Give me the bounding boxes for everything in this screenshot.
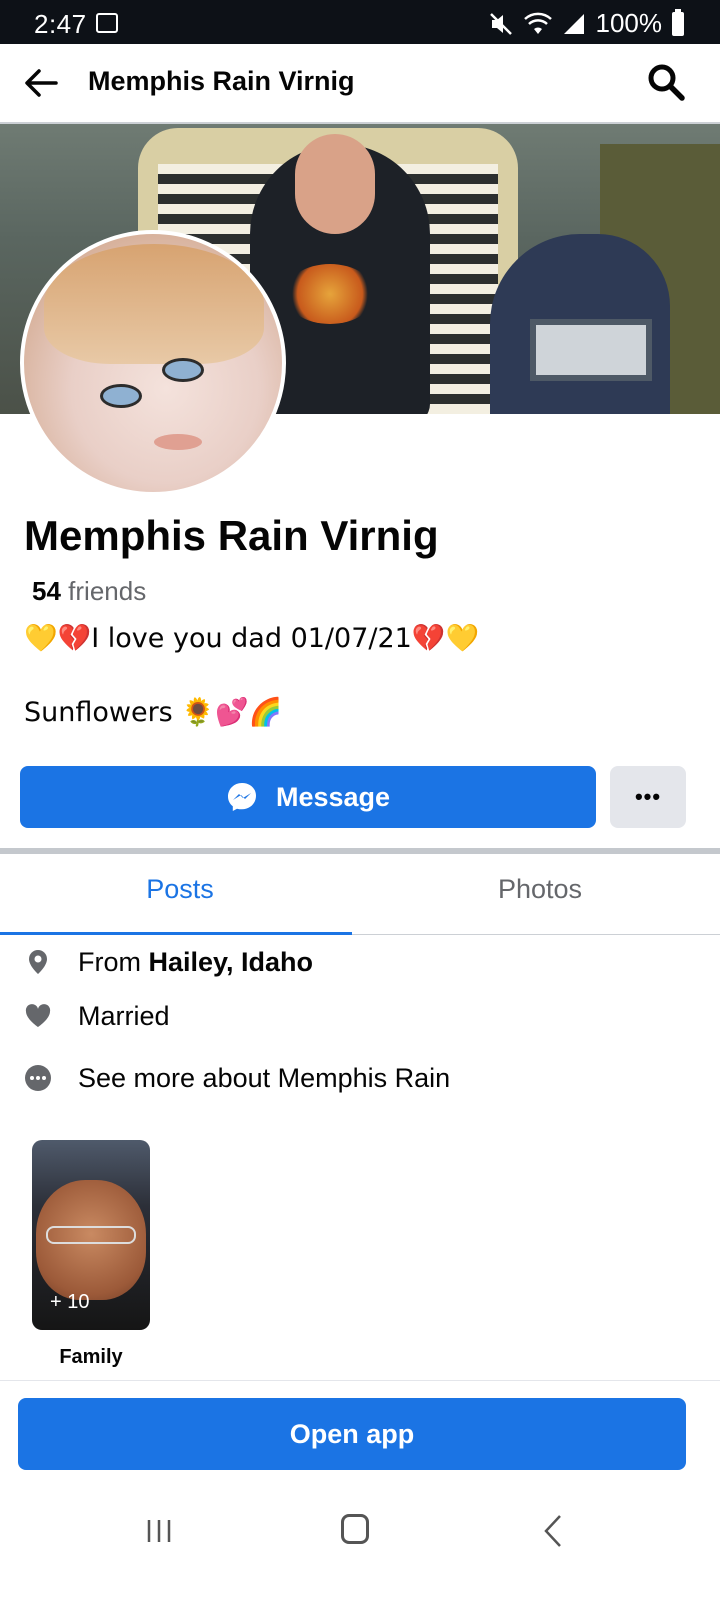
bio-line-2: Sunflowers 🌻💕🌈 bbox=[24, 697, 283, 728]
open-app-button[interactable]: Open app bbox=[18, 1398, 686, 1470]
wifi-icon bbox=[523, 12, 552, 34]
see-more-label: See more about Memphis Rain bbox=[78, 1062, 451, 1093]
message-label: Message bbox=[275, 781, 391, 812]
image-notification-icon bbox=[96, 13, 118, 33]
page-title: Memphis Rain Virnig bbox=[88, 66, 355, 96]
tab-photos[interactable]: Photos bbox=[360, 874, 720, 905]
more-options-icon: ••• bbox=[634, 784, 662, 809]
home-icon[interactable] bbox=[341, 1514, 369, 1544]
friends-count[interactable]: 54 friends bbox=[32, 576, 146, 607]
hometown-place[interactable]: Hailey, Idaho bbox=[149, 947, 314, 977]
message-button[interactable]: Message bbox=[20, 766, 596, 828]
footer-divider bbox=[0, 1380, 720, 1381]
more-circle-icon bbox=[25, 1065, 51, 1091]
relationship-status: Married bbox=[78, 1000, 170, 1031]
messenger-icon bbox=[227, 783, 256, 811]
profile-picture[interactable] bbox=[20, 230, 286, 496]
tab-posts[interactable]: Posts bbox=[0, 874, 360, 905]
battery-icon bbox=[672, 8, 684, 36]
featured-family-card[interactable]: + 10 bbox=[32, 1140, 150, 1330]
friends-label: friends bbox=[68, 576, 147, 606]
system-back-icon[interactable] bbox=[543, 1514, 563, 1548]
heart-icon bbox=[25, 1004, 51, 1027]
search-icon[interactable] bbox=[646, 62, 686, 102]
more-options-button[interactable]: ••• bbox=[610, 766, 686, 828]
intro-relationship: Married bbox=[24, 996, 704, 1036]
system-navigation-bar bbox=[0, 1490, 720, 1600]
hometown-prefix: From bbox=[78, 946, 149, 977]
bio-line-1: 💛💔I love you dad 01/07/21💔💛 bbox=[24, 623, 480, 654]
back-arrow-icon[interactable] bbox=[22, 64, 60, 102]
status-bar: 2:47 100% bbox=[0, 0, 720, 44]
see-more-about[interactable]: See more about Memphis Rain bbox=[24, 1058, 704, 1098]
signal-icon bbox=[563, 13, 584, 34]
active-tab-indicator bbox=[0, 932, 352, 935]
intro-hometown: From Hailey, Idaho bbox=[24, 942, 704, 982]
top-app-bar: Memphis Rain Virnig bbox=[0, 44, 720, 124]
recent-apps-icon[interactable] bbox=[146, 1518, 172, 1544]
profile-name: Memphis Rain Virnig bbox=[24, 512, 439, 559]
friends-number: 54 bbox=[32, 576, 61, 606]
featured-count: + 10 bbox=[50, 1291, 90, 1313]
location-pin-icon bbox=[29, 950, 47, 974]
open-app-label: Open app bbox=[289, 1418, 415, 1449]
mute-icon bbox=[489, 12, 512, 35]
status-time: 2:47 bbox=[34, 9, 87, 39]
status-icons: 100% bbox=[488, 8, 684, 39]
profile-tabs: Posts Photos bbox=[0, 854, 720, 935]
battery-percent: 100% bbox=[595, 8, 663, 38]
featured-label: Family bbox=[59, 1346, 123, 1368]
